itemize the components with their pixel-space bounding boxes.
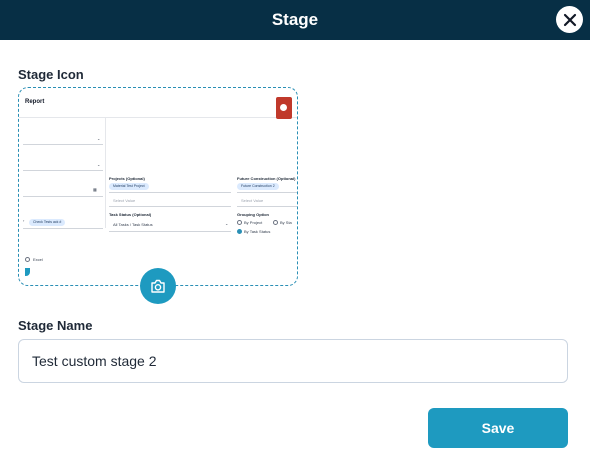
- preview-field-line: [23, 144, 103, 145]
- modal-header: Stage: [0, 0, 590, 40]
- preview-title: Report: [25, 99, 45, 105]
- preview-accent-mark: [25, 268, 30, 276]
- preview-field-line: [237, 206, 297, 207]
- preview-future-placeholder: Select Value: [241, 198, 264, 203]
- preview-radio: [237, 220, 242, 225]
- preview-task-status-value: All Tasks / Task Status: [113, 222, 153, 227]
- preview-future-label: Future Construction (Optional): [237, 176, 296, 181]
- preview-radio: [273, 220, 278, 225]
- preview-chevron-icon: ⌄: [97, 136, 101, 141]
- preview-projects-placeholder: Select Value: [113, 198, 136, 203]
- preview-grouping-label: Grouping Option: [237, 212, 269, 217]
- stage-name-input[interactable]: [18, 339, 568, 383]
- preview-field-line: [109, 206, 231, 207]
- preview-field-line: [237, 192, 297, 193]
- preview-chevron-icon: ⌄: [97, 162, 101, 167]
- preview-projects-label: Projects (Optional): [109, 176, 145, 181]
- stage-name-label: Stage Name: [18, 318, 93, 333]
- preview-field-line: [23, 228, 103, 229]
- preview-field-line: [23, 170, 103, 171]
- preview-grouping-option: By Project: [244, 220, 263, 225]
- preview-radio-selected: [237, 229, 242, 234]
- preview-thumbnail: Report ⌄ ⌄ ▦ Check Tests ack # › Excel P…: [19, 88, 297, 285]
- stage-icon-label: Stage Icon: [18, 67, 84, 82]
- stage-icon-preview[interactable]: Report ⌄ ⌄ ▦ Check Tests ack # › Excel P…: [18, 87, 298, 286]
- preview-arrow-icon: ›: [23, 218, 25, 223]
- preview-grouping-option: By Sta: [280, 220, 292, 225]
- preview-calendar-icon: ▦: [93, 187, 97, 192]
- preview-future-chip: Future Construction 2: [237, 183, 279, 190]
- preview-divider: [105, 118, 106, 228]
- preview-radio: [25, 257, 30, 262]
- preview-projects-chip: Material Test Project: [109, 183, 149, 190]
- save-button[interactable]: Save: [428, 408, 568, 448]
- preview-field-line: [109, 231, 231, 232]
- preview-grouping-option: By Task Status: [244, 229, 271, 234]
- modal-title: Stage: [271, 10, 319, 29]
- preview-left-chip: Check Tests ack #: [29, 219, 66, 226]
- preview-task-status-label: Task Status (Optional): [109, 212, 152, 217]
- preview-field-line: [109, 192, 231, 193]
- preview-radio-label: Excel: [33, 257, 43, 262]
- close-button[interactable]: [556, 6, 583, 33]
- preview-chevron-icon: ⌄: [225, 221, 229, 226]
- change-icon-button[interactable]: [140, 268, 176, 304]
- preview-field-line: [23, 196, 103, 197]
- preview-topbar: Report: [19, 88, 297, 119]
- close-icon: [563, 13, 576, 26]
- preview-close-icon: [276, 97, 292, 119]
- camera-icon: [151, 279, 165, 293]
